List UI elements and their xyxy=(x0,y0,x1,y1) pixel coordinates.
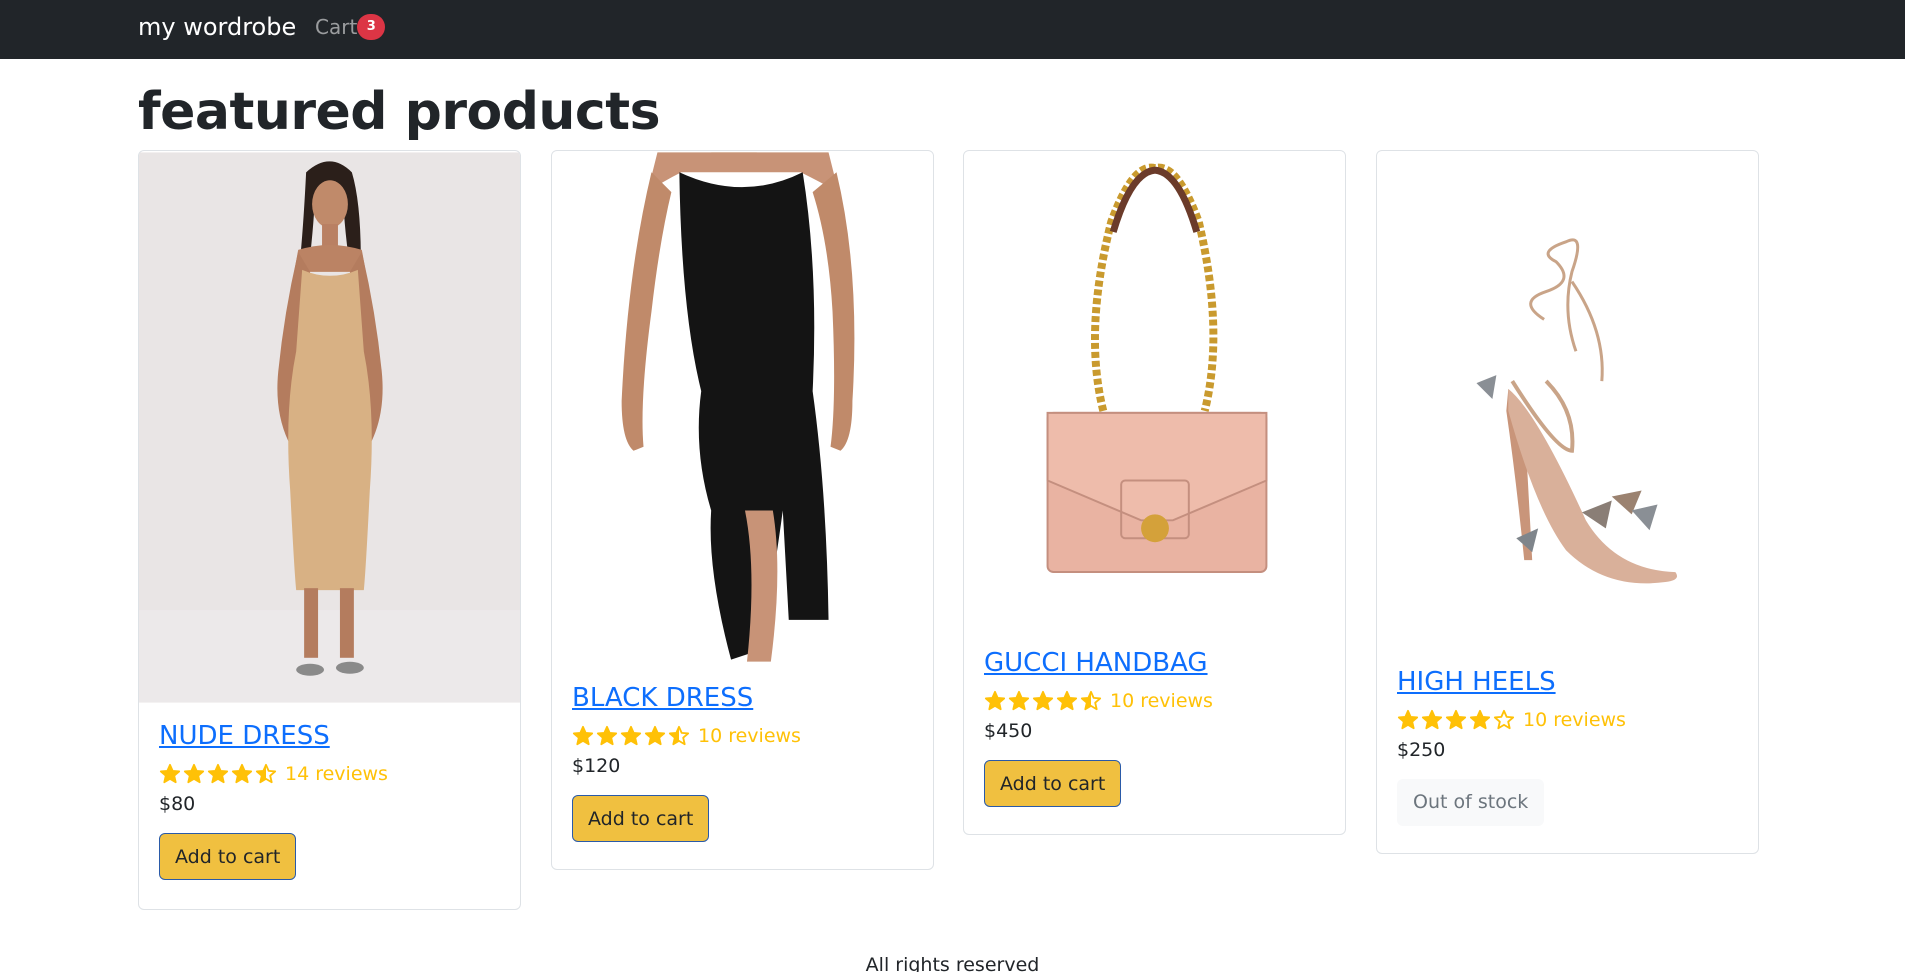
star-full-icon xyxy=(620,725,642,746)
add-to-cart-button[interactable]: Add to cart xyxy=(159,833,297,880)
review-count: 14 reviews xyxy=(285,763,388,785)
out-of-stock-label: Out of stock xyxy=(1397,779,1545,826)
cart-link[interactable]: Cart 3 xyxy=(315,13,386,41)
star-full-icon xyxy=(644,725,666,746)
star-half-icon xyxy=(1080,690,1102,711)
star-half-icon xyxy=(255,763,277,784)
star-full-icon xyxy=(596,725,618,746)
product-rating: 10 reviews xyxy=(1397,707,1738,733)
star-full-icon xyxy=(984,690,1006,711)
product-rating: 14 reviews xyxy=(159,761,500,787)
product-rating: 10 reviews xyxy=(572,723,913,749)
product-price: $250 xyxy=(1397,739,1446,761)
star-empty-icon xyxy=(1493,709,1515,730)
star-full-icon xyxy=(1032,690,1054,711)
star-full-icon xyxy=(159,763,181,784)
star-full-icon xyxy=(1056,690,1078,711)
product-price: $80 xyxy=(159,793,196,815)
cart-label: Cart xyxy=(315,15,358,39)
add-to-cart-button[interactable]: Add to cart xyxy=(572,795,710,842)
rating-stars xyxy=(1397,709,1515,731)
footer-text: All rights reserved xyxy=(865,954,1040,972)
review-count: 10 reviews xyxy=(698,725,801,747)
nude-dress-image[interactable] xyxy=(139,151,520,704)
product-card: NUDE DRESS 14 reviews $80 Add to cart xyxy=(138,150,521,910)
star-full-icon xyxy=(1421,709,1443,730)
star-full-icon xyxy=(1008,690,1030,711)
star-half-icon xyxy=(668,725,690,746)
product-card: BLACK DRESS 10 reviews $120 Add to cart xyxy=(551,150,934,870)
product-price: $120 xyxy=(572,755,621,777)
black-dress-image[interactable] xyxy=(552,151,933,663)
review-count: 10 reviews xyxy=(1110,690,1213,712)
star-full-icon xyxy=(1397,709,1419,730)
product-rating: 10 reviews xyxy=(984,688,1325,714)
rating-stars xyxy=(984,690,1102,712)
product-price: $450 xyxy=(984,720,1033,742)
product-card: HIGH HEELS 10 reviews $250 Out of stock xyxy=(1376,150,1759,854)
product-title-link[interactable]: GUCCI HANDBAG xyxy=(984,646,1325,680)
add-to-cart-button[interactable]: Add to cart xyxy=(984,760,1122,807)
cart-count-badge: 3 xyxy=(357,14,386,40)
page-title: featured products xyxy=(138,82,661,142)
star-full-icon xyxy=(1445,709,1467,730)
star-full-icon xyxy=(231,763,253,784)
product-title-link[interactable]: HIGH HEELS xyxy=(1397,665,1738,699)
navbar: my wordrobe Cart 3 xyxy=(0,0,1905,59)
star-full-icon xyxy=(183,763,205,784)
product-card: GUCCI HANDBAG 10 reviews $450 Add to car… xyxy=(963,150,1346,835)
star-full-icon xyxy=(572,725,594,746)
product-title-link[interactable]: BLACK DRESS xyxy=(572,681,913,715)
brand-link[interactable]: my wordrobe xyxy=(138,11,296,43)
rating-stars xyxy=(159,763,277,785)
star-full-icon xyxy=(207,763,229,784)
product-title-link[interactable]: NUDE DRESS xyxy=(159,719,500,753)
handbag-image[interactable] xyxy=(964,151,1345,626)
review-count: 10 reviews xyxy=(1523,709,1626,731)
rating-stars xyxy=(572,725,690,747)
star-full-icon xyxy=(1469,709,1491,730)
high-heels-image[interactable] xyxy=(1377,151,1758,645)
